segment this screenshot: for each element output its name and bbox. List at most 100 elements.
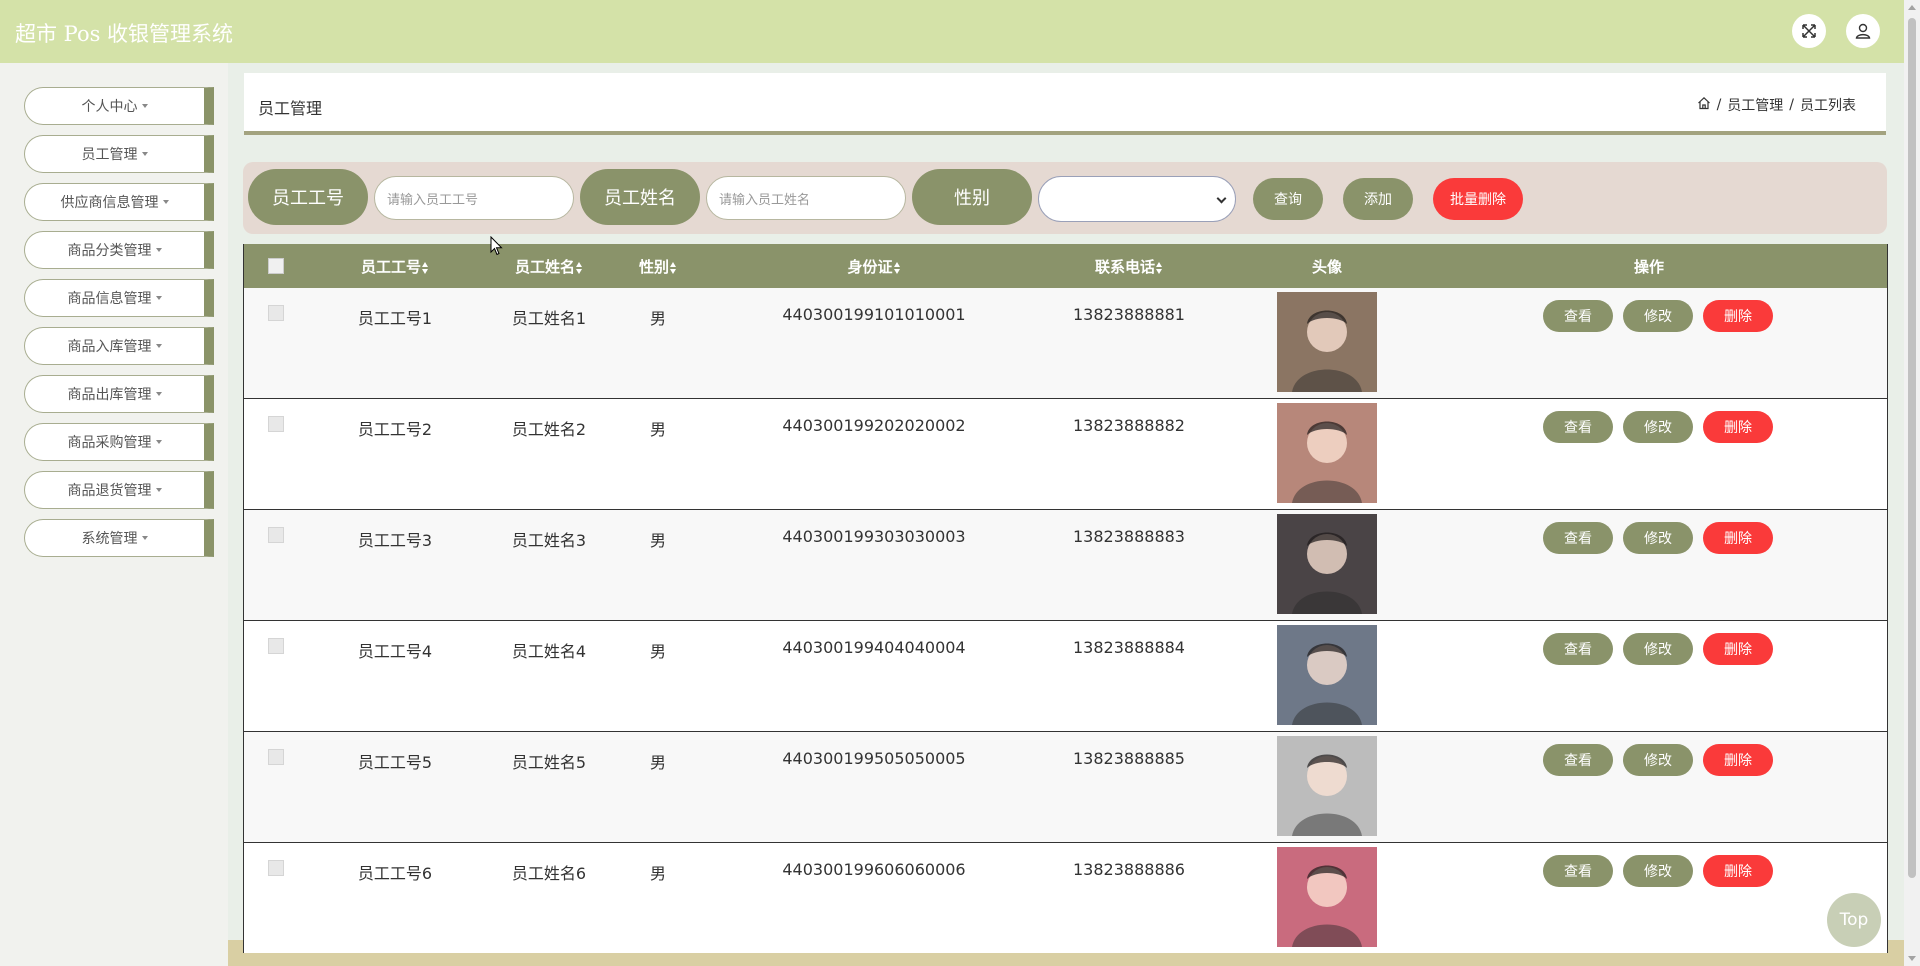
- cell-employee-id: 员工工号3: [357, 531, 433, 550]
- add-button[interactable]: 添加: [1343, 178, 1413, 220]
- cell-id-card: 440300199606060006: [782, 860, 966, 879]
- sort-icon[interactable]: [1156, 261, 1163, 274]
- delete-button[interactable]: 删除: [1703, 411, 1773, 443]
- cell-id-card: 440300199202020002: [782, 416, 966, 435]
- page-scrollbar[interactable]: [1904, 0, 1920, 966]
- column-header-name[interactable]: 员工姓名: [494, 256, 604, 277]
- row-checkbox[interactable]: [268, 305, 284, 321]
- edit-button[interactable]: 修改: [1623, 855, 1693, 887]
- view-button[interactable]: 查看: [1543, 855, 1613, 887]
- cell-employee-name: 员工姓名1: [511, 309, 587, 328]
- gender-label: 性别: [912, 169, 1032, 225]
- employee-name-label: 员工姓名: [580, 169, 700, 225]
- gender-select[interactable]: [1038, 176, 1236, 222]
- edit-button[interactable]: 修改: [1623, 522, 1693, 554]
- chevron-down-icon: [1216, 193, 1227, 204]
- cell-gender: 男: [649, 753, 666, 772]
- column-header-phone[interactable]: 联系电话: [1064, 256, 1194, 277]
- view-button[interactable]: 查看: [1543, 744, 1613, 776]
- column-header-avatar: 头像: [1311, 258, 1342, 276]
- row-checkbox[interactable]: [268, 416, 284, 432]
- cell-employee-id: 员工工号6: [357, 864, 433, 883]
- breadcrumb-item-employee[interactable]: 员工管理: [1727, 95, 1783, 115]
- caret-down-icon: [141, 536, 148, 540]
- caret-down-icon: [141, 152, 148, 156]
- breadcrumb: / 员工管理 / 员工列表: [1697, 95, 1856, 115]
- delete-button[interactable]: 删除: [1703, 300, 1773, 332]
- sidebar-item-label: 供应商信息管理: [60, 195, 159, 211]
- edit-button[interactable]: 修改: [1623, 411, 1693, 443]
- view-button[interactable]: 查看: [1543, 300, 1613, 332]
- edit-button[interactable]: 修改: [1623, 744, 1693, 776]
- top-header: 超市 Pos 收银管理系统: [0, 0, 1904, 63]
- cell-gender: 男: [649, 309, 666, 328]
- select-all-checkbox[interactable]: [268, 258, 284, 274]
- scroll-up-icon[interactable]: [1908, 5, 1916, 10]
- sort-icon[interactable]: [670, 261, 677, 274]
- employee-name-input[interactable]: 请输入员工姓名: [706, 176, 906, 220]
- column-header-id-card[interactable]: 身份证: [794, 256, 954, 277]
- edit-button[interactable]: 修改: [1623, 633, 1693, 665]
- cell-phone: 13823888881: [1073, 305, 1185, 324]
- delete-button[interactable]: 删除: [1703, 633, 1773, 665]
- sidebar-item-stock-out[interactable]: 商品出库管理: [24, 375, 214, 413]
- caret-down-icon: [155, 392, 162, 396]
- delete-button[interactable]: 删除: [1703, 744, 1773, 776]
- cell-gender: 男: [649, 420, 666, 439]
- cell-employee-name: 员工姓名3: [511, 531, 587, 550]
- sort-icon[interactable]: [422, 261, 429, 274]
- avatar: [1277, 292, 1377, 392]
- cell-phone: 13823888885: [1073, 749, 1185, 768]
- delete-button[interactable]: 删除: [1703, 855, 1773, 887]
- back-to-top-button[interactable]: Top: [1827, 893, 1881, 947]
- sidebar-item-label: 商品信息管理: [67, 291, 152, 307]
- cell-phone: 13823888884: [1073, 638, 1185, 657]
- column-header-gender[interactable]: 性别: [618, 256, 698, 277]
- sidebar-item-label: 系统管理: [81, 531, 138, 547]
- scroll-down-icon[interactable]: [1908, 956, 1916, 961]
- mouse-cursor-icon: [490, 236, 503, 256]
- home-icon[interactable]: [1697, 96, 1711, 114]
- breadcrumb-bar: 员工管理 / 员工管理 / 员工列表: [244, 73, 1886, 135]
- sidebar-item-employee[interactable]: 员工管理: [24, 135, 214, 173]
- caret-down-icon: [141, 104, 148, 108]
- sort-icon[interactable]: [893, 261, 901, 274]
- avatar: [1277, 514, 1377, 614]
- cell-phone: 13823888886: [1073, 860, 1185, 879]
- batch-delete-button[interactable]: 批量删除: [1433, 178, 1523, 220]
- view-button[interactable]: 查看: [1543, 411, 1613, 443]
- sidebar-item-system[interactable]: 系统管理: [24, 519, 214, 557]
- row-checkbox[interactable]: [268, 527, 284, 543]
- delete-button[interactable]: 删除: [1703, 522, 1773, 554]
- scrollbar-thumb[interactable]: [1908, 18, 1916, 878]
- sidebar-item-category[interactable]: 商品分类管理: [24, 231, 214, 269]
- table-row: 员工工号1 员工姓名1 男 440300199101010001 13823888881…: [244, 288, 1887, 399]
- row-checkbox[interactable]: [268, 749, 284, 765]
- fullscreen-icon[interactable]: [1792, 14, 1826, 48]
- query-button[interactable]: 查询: [1253, 178, 1323, 220]
- user-icon[interactable]: [1846, 14, 1880, 48]
- sidebar-item-stock-in[interactable]: 商品入库管理: [24, 327, 214, 365]
- cell-phone: 13823888883: [1073, 527, 1185, 546]
- cell-employee-id: 员工工号1: [357, 309, 433, 328]
- employee-id-input[interactable]: 请输入员工工号: [374, 176, 574, 220]
- table-row: 员工工号5 员工姓名5 男 440300199505050005 13823888885…: [244, 732, 1887, 843]
- cell-id-card: 440300199101010001: [782, 305, 966, 324]
- view-button[interactable]: 查看: [1543, 633, 1613, 665]
- cell-employee-id: 员工工号5: [357, 753, 433, 772]
- row-checkbox[interactable]: [268, 860, 284, 876]
- cell-id-card: 440300199404040004: [782, 638, 966, 657]
- sidebar-item-personal-center[interactable]: 个人中心: [24, 87, 214, 125]
- edit-button[interactable]: 修改: [1623, 300, 1693, 332]
- row-checkbox[interactable]: [268, 638, 284, 654]
- sidebar-item-returns[interactable]: 商品退货管理: [24, 471, 214, 509]
- cell-phone: 13823888882: [1073, 416, 1185, 435]
- sort-icon[interactable]: [576, 261, 583, 274]
- sidebar-item-product-info[interactable]: 商品信息管理: [24, 279, 214, 317]
- column-header-id[interactable]: 员工工号: [340, 256, 450, 277]
- sidebar-item-purchase[interactable]: 商品采购管理: [24, 423, 214, 461]
- table-row: 员工工号2 员工姓名2 男 440300199202020002 13823888882…: [244, 399, 1887, 510]
- view-button[interactable]: 查看: [1543, 522, 1613, 554]
- sidebar-item-supplier[interactable]: 供应商信息管理: [24, 183, 214, 221]
- caret-down-icon: [155, 488, 162, 492]
